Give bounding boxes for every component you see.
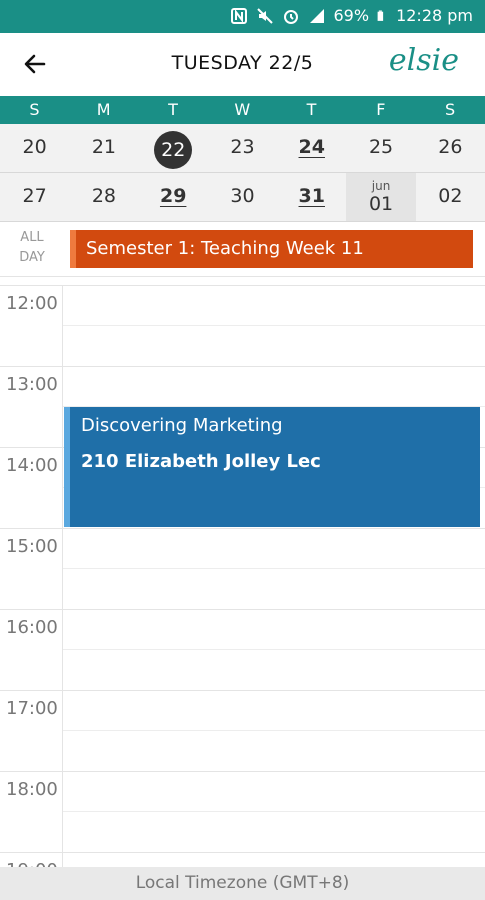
- status-bar: 69% 12:28 pm: [0, 0, 485, 33]
- weekday-label: F: [376, 100, 386, 119]
- hour-line: [0, 366, 485, 367]
- weekday-label: M: [96, 100, 112, 119]
- hour-label: 12:00: [6, 293, 58, 314]
- alarm-icon: [283, 9, 298, 24]
- hour-label: 14:00: [6, 455, 58, 476]
- day-cell[interactable]: 29: [139, 173, 208, 221]
- logo: elsie: [388, 43, 459, 78]
- day-timeline[interactable]: 12:00 13:00 14:00 15:00 16:00 17:00 18:0…: [0, 285, 485, 870]
- day-cell[interactable]: 27: [0, 173, 69, 221]
- hour-label: 17:00: [6, 698, 58, 719]
- day-cell-selected[interactable]: 22: [139, 124, 208, 172]
- hour-line: [0, 771, 485, 772]
- hour-line: [0, 852, 485, 853]
- day-cell[interactable]: 28: [69, 173, 138, 221]
- timezone-footer: Local Timezone (GMT+8): [0, 867, 485, 900]
- hour-label: 18:00: [6, 779, 58, 800]
- weekday-label: S: [445, 100, 456, 119]
- all-day-event[interactable]: Semester 1: Teaching Week 11: [70, 230, 473, 268]
- weekday-label: T: [306, 100, 317, 119]
- day-cell[interactable]: 02: [416, 173, 485, 221]
- app-bar: TUESDAY 22/5 elsie: [0, 33, 485, 96]
- signal-4g-icon: [309, 8, 324, 23]
- day-cell[interactable]: 31: [277, 173, 346, 221]
- day-cell[interactable]: 25: [346, 124, 415, 172]
- hour-line: [0, 285, 485, 286]
- day-cell[interactable]: 30: [208, 173, 277, 221]
- hour-line: [0, 528, 485, 529]
- hour-label: 15:00: [6, 536, 58, 557]
- day-cell[interactable]: 23: [208, 124, 277, 172]
- half-hour-line: [63, 811, 485, 812]
- time-gutter-divider: [62, 285, 63, 870]
- battery-icon: [377, 10, 384, 21]
- weekday-label: W: [234, 100, 251, 119]
- hour-line: [0, 609, 485, 610]
- weekday-label: S: [29, 100, 40, 119]
- hour-line: [0, 690, 485, 691]
- nfc-icon: [230, 7, 247, 24]
- half-hour-line: [63, 568, 485, 569]
- day-cell[interactable]: 20: [0, 124, 69, 172]
- day-cell[interactable]: 24: [277, 124, 346, 172]
- week-row: 20 21 22 23 24 25 26: [0, 124, 485, 173]
- all-day-row: ALL DAY Semester 1: Teaching Week 11: [0, 222, 485, 277]
- clock: 12:28 pm: [396, 6, 473, 25]
- all-day-label: ALL DAY: [19, 230, 45, 265]
- half-hour-line: [63, 325, 485, 326]
- week-row: 27 28 29 30 31 jun 01 02: [0, 173, 485, 222]
- month-label: jun: [371, 179, 391, 193]
- event-location: 210 Elizabeth Jolley Lec: [81, 451, 321, 472]
- day-cell-next-month[interactable]: jun 01: [346, 173, 416, 221]
- half-hour-line: [63, 649, 485, 650]
- battery-percent: 69%: [333, 6, 370, 25]
- day-cell[interactable]: 21: [69, 124, 138, 172]
- day-number: 01: [368, 193, 394, 215]
- event-title: Discovering Marketing: [81, 415, 283, 436]
- day-cell[interactable]: 26: [416, 124, 485, 172]
- hour-label: 13:00: [6, 374, 58, 395]
- weekday-header: S M T W T F S: [0, 96, 485, 124]
- weekday-label: T: [168, 100, 179, 119]
- mute-icon: [256, 7, 273, 24]
- calendar-event[interactable]: Discovering Marketing 210 Elizabeth Joll…: [64, 407, 480, 527]
- hour-label: 16:00: [6, 617, 58, 638]
- half-hour-line: [63, 730, 485, 731]
